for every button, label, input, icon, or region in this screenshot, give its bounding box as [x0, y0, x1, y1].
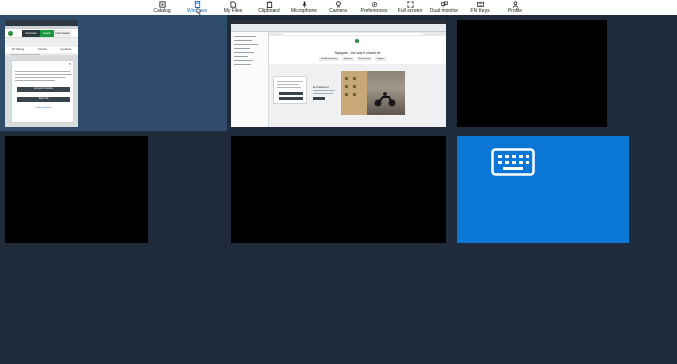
toolbar-preferences[interactable]: Preferences [358, 0, 390, 15]
building-window [345, 85, 348, 88]
dialog-text-line [277, 81, 303, 82]
building-window [353, 77, 356, 80]
download-button: Download [22, 30, 40, 37]
toolbar-profile[interactable]: Profile [503, 0, 527, 15]
building-window [345, 93, 348, 96]
file-sidebar [231, 32, 269, 127]
product-text-line [313, 93, 333, 94]
dual-monitor-icon [440, 1, 448, 8]
sidebar-row [234, 40, 252, 41]
site-nav: Get More Features Solutions Find a Deale… [319, 57, 386, 61]
keyboard-icon [476, 1, 484, 8]
toolbar-microphone[interactable]: Microphone [288, 0, 320, 15]
dialog-text-line [277, 87, 301, 88]
sidebar-row [234, 44, 258, 45]
motorcycle-photo [341, 71, 405, 115]
subnav-feedback: Feedback [60, 48, 72, 51]
sidebar-row [234, 60, 253, 61]
dialog-text-line [15, 74, 72, 75]
dialog-button [279, 97, 303, 100]
sidebar-row [234, 56, 248, 57]
nav-item: Find a Dealer [356, 57, 373, 61]
product-text-line [313, 90, 335, 91]
product-heading: E-Transport [313, 85, 329, 89]
nav-item: Solutions [341, 57, 354, 61]
dialog-text-line [15, 80, 55, 81]
site-logo-icon [355, 39, 359, 43]
search-button: Search [40, 30, 54, 37]
browser-toolbar [269, 32, 446, 36]
toolbar-full-screen[interactable]: Full screen [396, 0, 424, 15]
site-subnav: 3D Training Tutorials Feedback [5, 47, 78, 53]
reject-cookies-button: Reject All [17, 97, 70, 102]
dialog-button [279, 92, 303, 95]
subnav-tutorials: Tutorials [37, 48, 47, 51]
top-toolbar: Catalog Windows My Files Clipboard Micro… [0, 0, 677, 15]
catalog-icon [158, 1, 166, 8]
nav-item: Support [375, 57, 386, 61]
sidebar-row [234, 36, 256, 37]
clipboard-icon [266, 1, 273, 8]
subnav-training: 3D Training [11, 48, 25, 51]
window-thumbnail-4[interactable] [5, 136, 148, 243]
page-dialog [273, 76, 307, 104]
close-icon: ✕ [68, 62, 71, 66]
product-button [313, 97, 325, 100]
building-window [345, 77, 348, 80]
toolbar-camera[interactable]: Camera [326, 0, 350, 15]
person-icon [512, 1, 519, 8]
find-dealer-button: Find a Dealer [54, 30, 71, 37]
sidebar-row [234, 64, 251, 65]
motorcycle-icon [374, 92, 396, 107]
toolbar-clipboard[interactable]: Clipboard [255, 0, 283, 15]
building-window [353, 93, 356, 96]
window-thumbnail-2[interactable]: Navigate – the way it should be Get More… [231, 20, 446, 127]
fullscreen-icon [406, 1, 414, 8]
browser-page: Navigate – the way it should be Get More… [269, 32, 446, 127]
folder-icon [229, 1, 237, 8]
address-bar [283, 33, 423, 35]
toolbar-catalog[interactable]: Catalog [150, 0, 174, 15]
toolbar-fn-keys[interactable]: FN Keys [468, 0, 492, 15]
keyboard-icon [491, 148, 535, 176]
dialog-text-line [15, 71, 70, 72]
sidebar-row [234, 48, 250, 49]
building-window [353, 85, 356, 88]
accept-cookies-button: Accept All Cookies [17, 87, 70, 92]
dialog-text-line [277, 84, 299, 85]
window-thumbnail-1[interactable]: Download Search Find a Dealer 3D Trainin… [5, 20, 78, 127]
site-logo-icon [8, 31, 13, 36]
nav-item: Get More Features [319, 57, 339, 61]
camera-icon [335, 1, 342, 8]
window-thumbnail-5[interactable] [231, 136, 446, 243]
window-thumbnail-3[interactable] [457, 20, 607, 127]
sidebar-row [234, 52, 254, 53]
dialog-text-line [15, 77, 65, 78]
toolbar-my-files[interactable]: My Files [221, 0, 245, 15]
gear-icon [371, 1, 378, 8]
toolbar-dual-monitor[interactable]: Dual monitor [428, 0, 460, 15]
cookie-settings-link: Cookies Settings [35, 107, 52, 109]
window-thumbnail-keyboard[interactable] [457, 136, 629, 243]
cookie-dialog: ✕ Accept All Cookies Reject All Cookies … [11, 60, 74, 123]
site-header: Download Search Find a Dealer [5, 29, 78, 38]
site-title: Navigate – the way it should be [334, 51, 381, 55]
microphone-icon [301, 1, 308, 8]
app-ribbon [231, 24, 446, 32]
